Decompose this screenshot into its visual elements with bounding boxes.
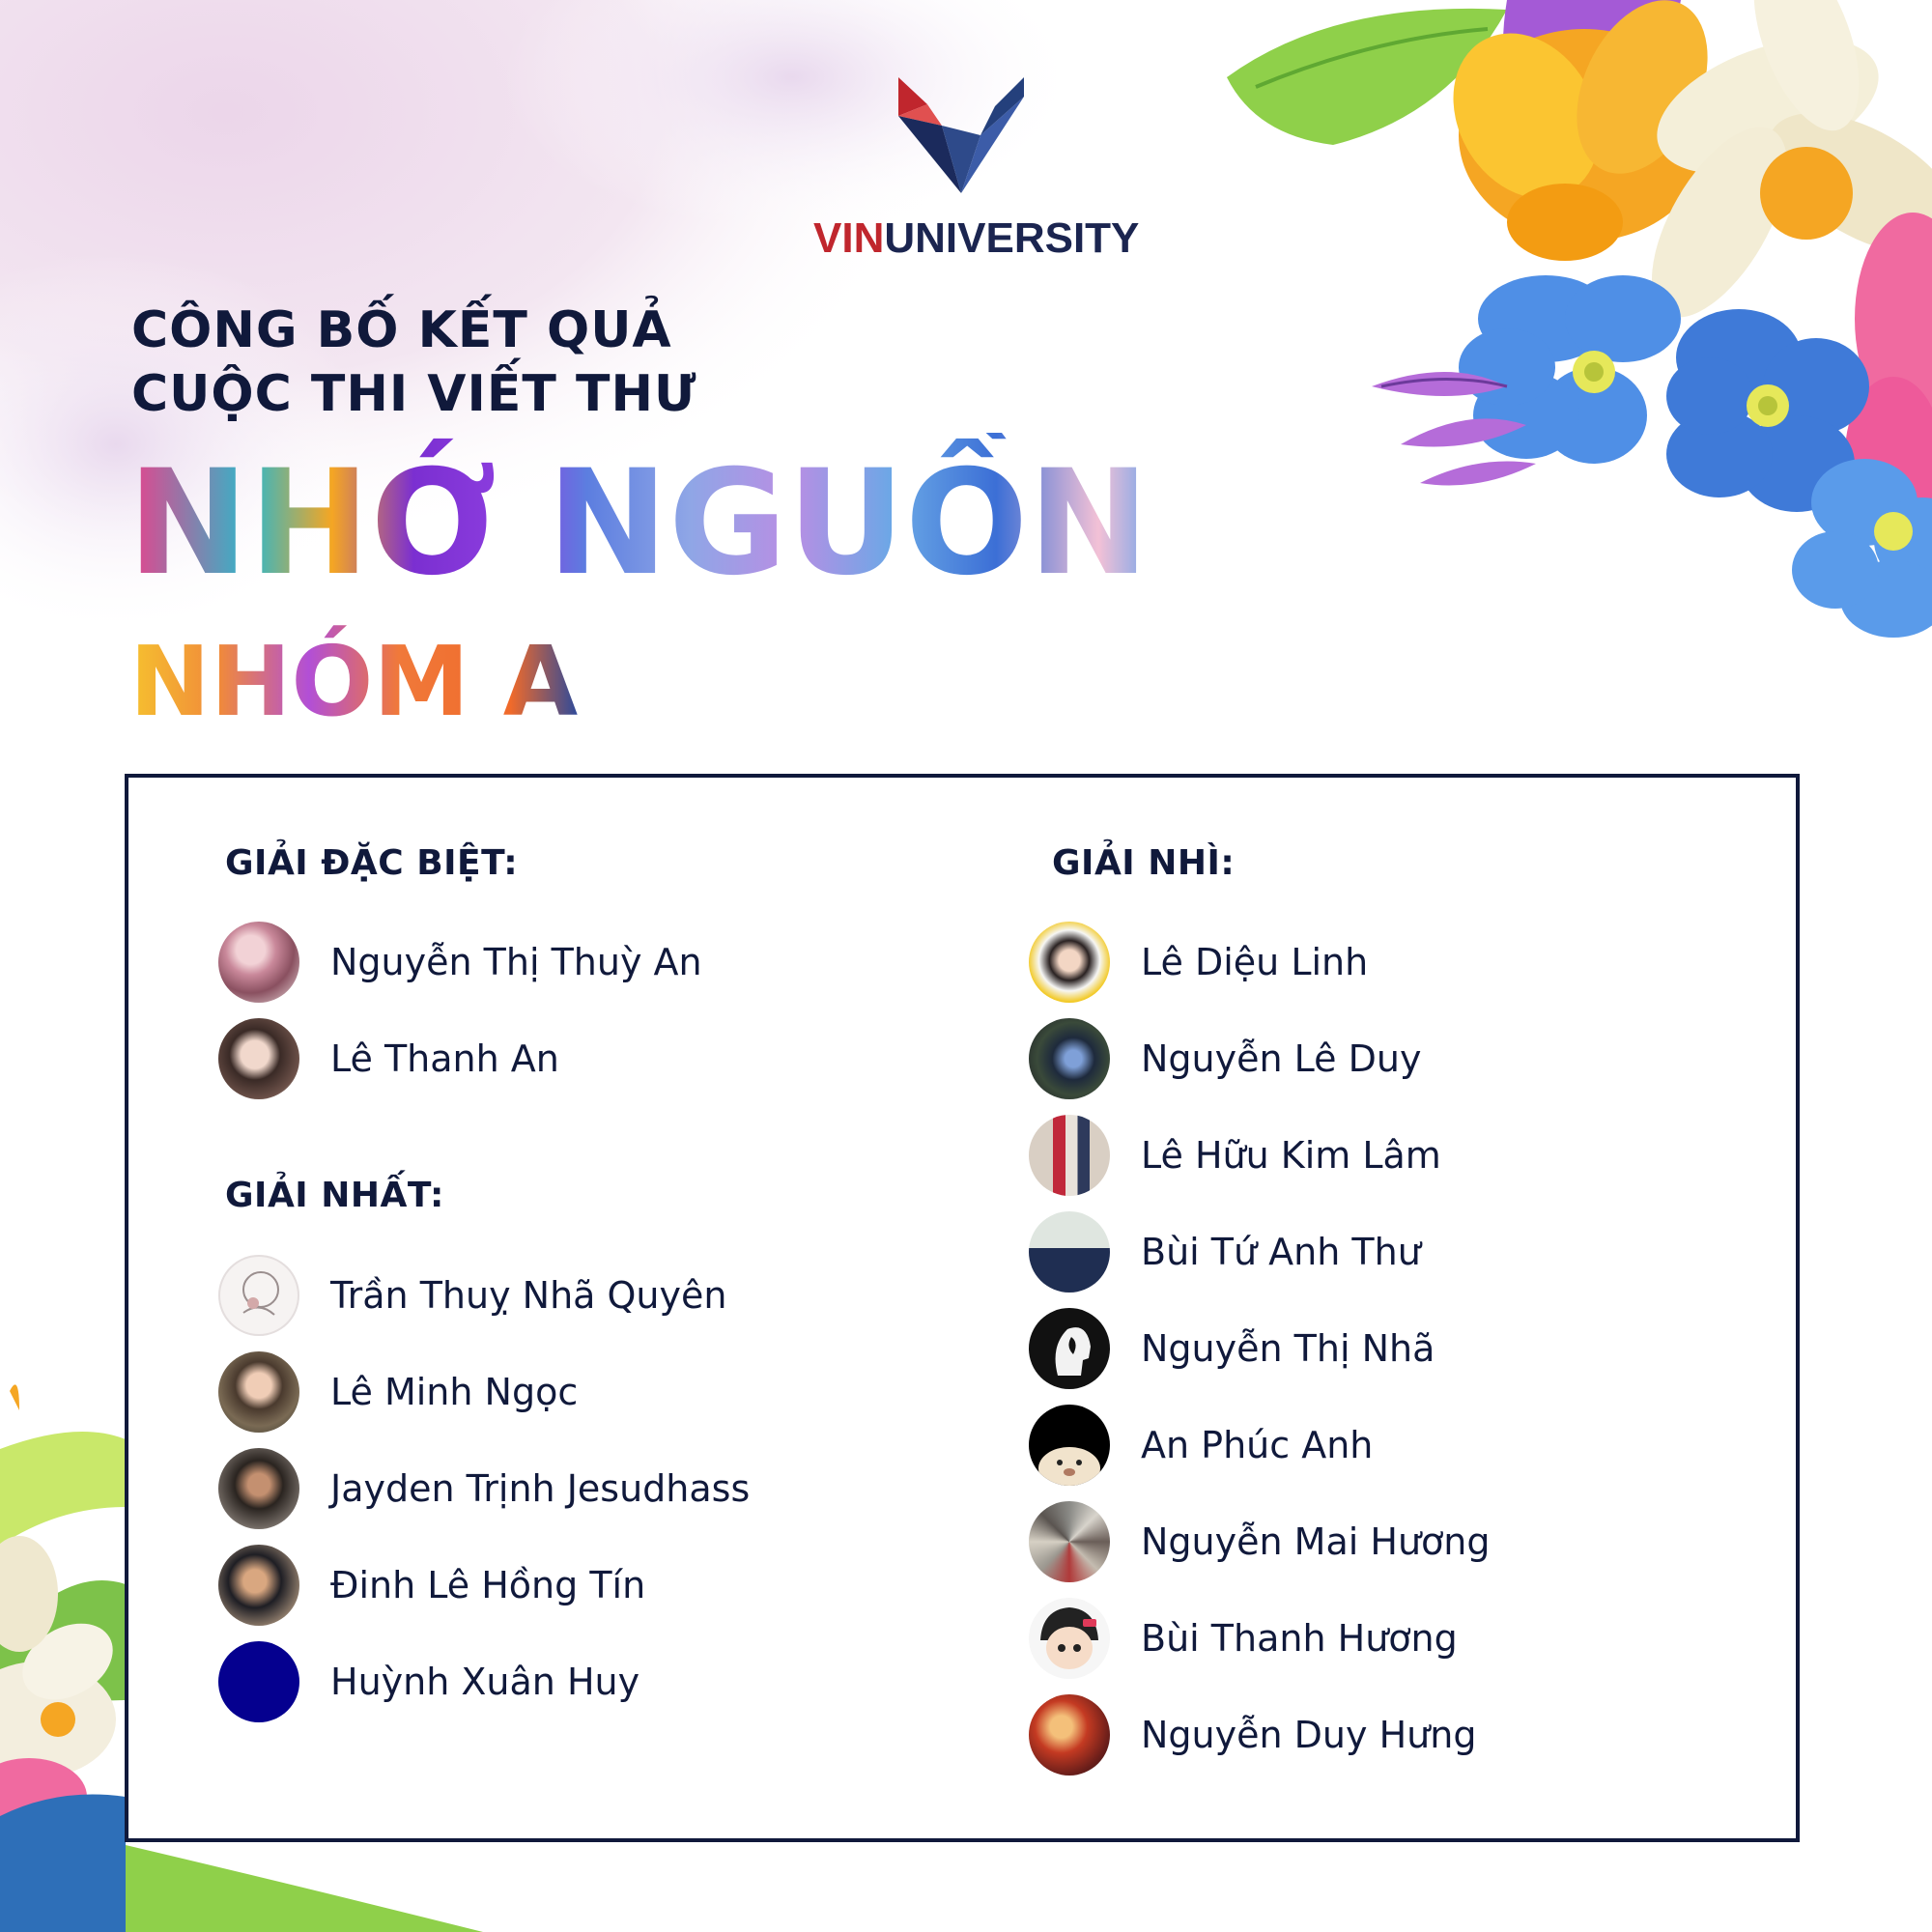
winner-name: Jayden Trịnh Jesudhass xyxy=(330,1467,751,1510)
winner-name: Nguyễn Thị Thuỳ An xyxy=(330,941,702,983)
results-card: GIẢI ĐẶC BIỆT: Nguyễn Thị Thuỳ An Lê Tha… xyxy=(125,774,1800,1842)
photo-avatar xyxy=(1029,1211,1110,1293)
winner-name: Bùi Tứ Anh Thư xyxy=(1141,1231,1421,1273)
photo-avatar xyxy=(218,1018,299,1099)
winner-name: Nguyễn Lê Duy xyxy=(1141,1037,1422,1080)
winner-name: Bùi Thanh Hương xyxy=(1141,1617,1458,1660)
collage-avatar xyxy=(1029,1501,1110,1582)
winner-name: Nguyễn Duy Hưng xyxy=(1141,1714,1477,1756)
group-name-text: NHÓM A xyxy=(129,625,578,734)
list-item: Bùi Tứ Anh Thư xyxy=(1029,1211,1421,1293)
cartoon-avatar xyxy=(1029,1598,1110,1679)
sketch-avatar xyxy=(218,1255,299,1336)
list-item: Jayden Trịnh Jesudhass xyxy=(218,1448,750,1529)
list-item: Huỳnh Xuân Huy xyxy=(218,1641,639,1722)
list-item: An Phúc Anh xyxy=(1029,1405,1373,1486)
cartoon-avatar xyxy=(1029,1405,1110,1486)
special-prize-heading: GIẢI ĐẶC BIỆT: xyxy=(225,843,519,883)
list-item: Đinh Lê Hồng Tín xyxy=(218,1545,645,1626)
photo-avatar xyxy=(218,1448,299,1529)
list-item: Nguyễn Thị Thuỳ An xyxy=(218,922,702,1003)
list-item: Nguyễn Thị Nhã xyxy=(1029,1308,1435,1389)
group-name: NHÓM A xyxy=(129,625,578,734)
photo-avatar xyxy=(1029,1115,1110,1196)
solid-blue-avatar xyxy=(218,1641,299,1722)
vinuniversity-logo-icon xyxy=(898,77,1024,193)
winner-name: Huỳnh Xuân Huy xyxy=(330,1661,640,1703)
winner-name: An Phúc Anh xyxy=(1141,1424,1374,1466)
photo-avatar xyxy=(218,1545,299,1626)
list-item: Bùi Thanh Hương xyxy=(1029,1598,1458,1679)
flower-bouquet-top-right xyxy=(1227,0,1932,638)
photo-avatar xyxy=(1029,922,1110,1003)
list-item: Nguyễn Duy Hưng xyxy=(1029,1694,1476,1776)
winner-name: Nguyễn Mai Hương xyxy=(1141,1520,1491,1563)
list-item: Trần Thuỵ Nhã Quyên xyxy=(218,1255,726,1336)
brand-vin: VIN xyxy=(813,214,885,262)
contest-name: NHỚ NGUỒN xyxy=(128,433,1150,597)
announcement-title-line-1: CÔNG BỐ KẾT QUẢ xyxy=(131,301,672,359)
list-item: Lê Minh Ngọc xyxy=(218,1351,578,1433)
contest-name-text: NHỚ NGUỒN xyxy=(128,433,1150,597)
list-item: Lê Thanh An xyxy=(218,1018,559,1099)
photo-avatar xyxy=(218,1351,299,1433)
brand-wordmark: VINUNIVERSITY xyxy=(813,214,1139,263)
winner-name: Đinh Lê Hồng Tín xyxy=(330,1564,646,1606)
list-item: Nguyễn Lê Duy xyxy=(1029,1018,1421,1099)
list-item: Lê Diệu Linh xyxy=(1029,922,1368,1003)
winner-name: Lê Thanh An xyxy=(330,1037,559,1080)
announcement-title-line-2: CUỘC THI VIẾT THƯ xyxy=(131,365,697,423)
first-prize-heading: GIẢI NHẤT: xyxy=(225,1176,444,1215)
winner-name: Lê Minh Ngọc xyxy=(330,1371,579,1413)
second-prize-heading: GIẢI NHÌ: xyxy=(1052,843,1236,883)
list-item: Lê Hữu Kim Lâm xyxy=(1029,1115,1441,1196)
photo-avatar xyxy=(1029,1694,1110,1776)
photo-avatar xyxy=(218,922,299,1003)
head-illustration-avatar xyxy=(1029,1308,1110,1389)
winner-name: Nguyễn Thị Nhã xyxy=(1141,1327,1435,1370)
brand-university: UNIVERSITY xyxy=(884,214,1140,262)
list-item: Nguyễn Mai Hương xyxy=(1029,1501,1490,1582)
winner-name: Lê Hữu Kim Lâm xyxy=(1141,1134,1441,1177)
photo-avatar xyxy=(1029,1018,1110,1099)
winner-name: Trần Thuỵ Nhã Quyên xyxy=(330,1274,727,1317)
winner-name: Lê Diệu Linh xyxy=(1141,941,1369,983)
